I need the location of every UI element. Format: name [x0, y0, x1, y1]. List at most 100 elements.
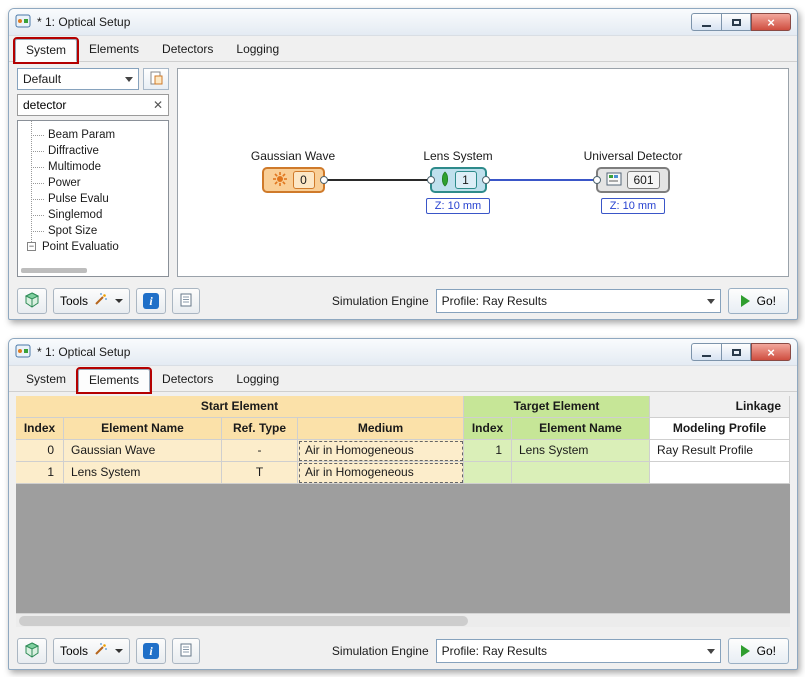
- cell-index[interactable]: 1: [16, 462, 64, 484]
- node-index: 1: [455, 171, 477, 189]
- tab-elements[interactable]: Elements: [78, 369, 150, 392]
- system-3d-view-button[interactable]: [17, 288, 47, 314]
- simulation-engine-select[interactable]: Profile: Ray Results: [436, 639, 721, 663]
- node-index: 601: [627, 171, 659, 189]
- column-header-element-name[interactable]: Element Name: [64, 418, 222, 440]
- column-header-index[interactable]: Index: [16, 418, 64, 440]
- cell-element-name[interactable]: Gaussian Wave: [64, 440, 222, 462]
- tree-item[interactable]: Power: [18, 175, 168, 191]
- cell-medium[interactable]: Air in Homogeneous: [298, 440, 464, 462]
- node-gaussian-wave[interactable]: 0: [262, 167, 325, 193]
- magic-wand-icon: [93, 642, 108, 660]
- report-button[interactable]: [172, 288, 200, 314]
- tab-system[interactable]: System: [15, 368, 77, 391]
- tab-logging[interactable]: Logging: [225, 38, 290, 61]
- tab-detectors[interactable]: Detectors: [151, 38, 224, 61]
- tree-item[interactable]: Beam Param: [18, 127, 168, 143]
- output-port[interactable]: [320, 176, 328, 184]
- z-position-badge: Z: 10 mm: [601, 198, 665, 214]
- node-label: Lens System: [423, 149, 492, 163]
- column-header-medium[interactable]: Medium: [298, 418, 464, 440]
- column-header-target-element-name[interactable]: Element Name: [512, 418, 650, 440]
- tree-item-parent[interactable]: − Point Evaluatio: [18, 239, 168, 255]
- minimize-button[interactable]: [691, 13, 721, 31]
- go-button[interactable]: Go!: [728, 288, 789, 314]
- info-button[interactable]: i: [136, 638, 166, 664]
- tools-button[interactable]: Tools: [53, 288, 130, 314]
- scrollbar-thumb[interactable]: [19, 616, 468, 626]
- document-icon: [180, 643, 192, 660]
- optical-setup-canvas[interactable]: Gaussian Wave 0 Lens System 1: [177, 68, 789, 277]
- detector-filter-box[interactable]: ✕: [17, 94, 169, 116]
- horizontal-scrollbar[interactable]: [16, 613, 790, 627]
- cell-target-index[interactable]: 1: [464, 440, 512, 462]
- cell-modeling-profile[interactable]: [650, 462, 790, 484]
- cell-target-element-name[interactable]: Lens System: [512, 440, 650, 462]
- tree-item[interactable]: Diffractive: [18, 143, 168, 159]
- go-button[interactable]: Go!: [728, 638, 789, 664]
- tree-item[interactable]: Pulse Evalu: [18, 191, 168, 207]
- column-header-target-index[interactable]: Index: [464, 418, 512, 440]
- output-port[interactable]: [482, 176, 490, 184]
- z-position-badge: Z: 10 mm: [426, 198, 490, 214]
- title-bar[interactable]: * 1: Optical Setup ×: [9, 339, 797, 366]
- info-button[interactable]: i: [136, 288, 166, 314]
- collapse-icon[interactable]: −: [27, 242, 36, 251]
- tree-item[interactable]: Spot Size: [18, 223, 168, 239]
- clear-icon[interactable]: ✕: [149, 98, 163, 112]
- maximize-button[interactable]: [721, 343, 751, 361]
- tab-detectors[interactable]: Detectors: [151, 368, 224, 391]
- chevron-down-icon: [115, 649, 123, 653]
- tools-button[interactable]: Tools: [53, 638, 130, 664]
- maximize-button[interactable]: [721, 13, 751, 31]
- document-icon: [180, 293, 192, 310]
- app-icon: [15, 343, 31, 362]
- window-title: * 1: Optical Setup: [37, 345, 691, 359]
- cell-target-element-name[interactable]: [512, 462, 650, 484]
- paste-profile-icon: [149, 71, 163, 88]
- profile-select[interactable]: Default: [17, 68, 139, 90]
- group-header-target-element: Target Element: [464, 396, 650, 418]
- simulation-engine-select[interactable]: Profile: Ray Results: [436, 289, 721, 313]
- tab-elements[interactable]: Elements: [78, 38, 150, 61]
- table-row: 1 Lens System T Air in Homogeneous: [16, 462, 790, 484]
- cell-index[interactable]: 0: [16, 440, 64, 462]
- chevron-down-icon: [115, 299, 123, 303]
- cell-ref-type[interactable]: T: [222, 462, 298, 484]
- report-button[interactable]: [172, 638, 200, 664]
- cell-ref-type[interactable]: -: [222, 440, 298, 462]
- cube-3d-icon: [24, 292, 40, 311]
- close-button[interactable]: ×: [751, 13, 791, 31]
- node-universal-detector[interactable]: 601: [596, 167, 669, 193]
- node-group-lens-system: Lens System 1 Z: 10 mm: [393, 149, 523, 214]
- tab-logging[interactable]: Logging: [225, 368, 290, 391]
- title-bar[interactable]: * 1: Optical Setup ×: [9, 9, 797, 36]
- node-group-universal-detector: Universal Detector 601 Z: 10 mm: [553, 149, 713, 214]
- column-header-modeling-profile[interactable]: Modeling Profile: [650, 418, 790, 440]
- cell-target-index[interactable]: [464, 462, 512, 484]
- input-port[interactable]: [593, 176, 601, 184]
- cell-element-name[interactable]: Lens System: [64, 462, 222, 484]
- system-3d-view-button[interactable]: [17, 638, 47, 664]
- minimize-button[interactable]: [691, 343, 721, 361]
- column-header-ref-type[interactable]: Ref. Type: [222, 418, 298, 440]
- play-icon: [741, 645, 750, 657]
- tab-system[interactable]: System: [15, 39, 77, 62]
- detector-tree[interactable]: Beam Param Diffractive Multimode Power P…: [17, 120, 169, 277]
- column-header-row: Index Element Name Ref. Type Medium Inde…: [16, 418, 790, 440]
- tree-hscroll-thumb[interactable]: [21, 268, 87, 273]
- cell-medium[interactable]: Air in Homogeneous: [298, 462, 464, 484]
- search-input[interactable]: [23, 98, 149, 112]
- node-lens-system[interactable]: 1: [430, 167, 487, 193]
- load-profile-button[interactable]: [143, 68, 169, 90]
- app-icon: [15, 13, 31, 32]
- close-button[interactable]: ×: [751, 343, 791, 361]
- tree-item[interactable]: Singlemod: [18, 207, 168, 223]
- input-port[interactable]: [427, 176, 435, 184]
- node-label: Gaussian Wave: [251, 149, 335, 163]
- cell-modeling-profile[interactable]: Ray Result Profile: [650, 440, 790, 462]
- chevron-down-icon: [707, 649, 715, 654]
- node-label: Universal Detector: [584, 149, 683, 163]
- tree-item[interactable]: Multimode: [18, 159, 168, 175]
- group-header-row: Start Element Target Element Linkage: [16, 396, 790, 418]
